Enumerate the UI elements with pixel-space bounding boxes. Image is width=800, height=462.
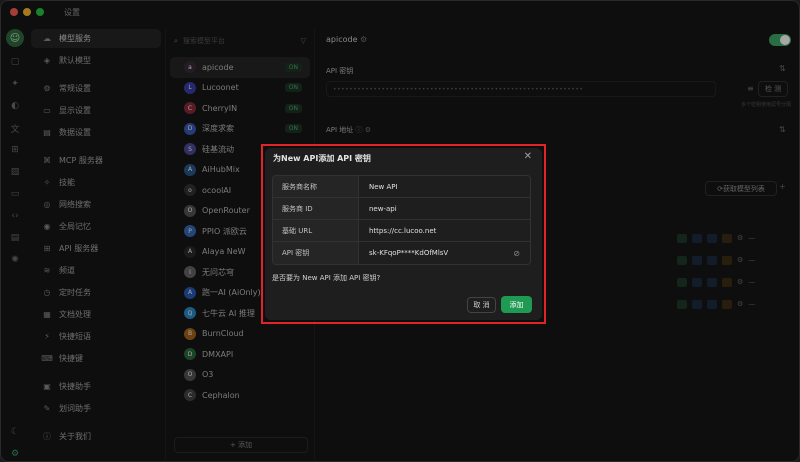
row-key: 服务商 ID bbox=[273, 198, 359, 219]
dialog-title: 为New API添加 API 密钥 bbox=[273, 154, 371, 163]
table-row: 基础 URL https://cc.lucoo.net bbox=[273, 220, 530, 242]
row-value: https://cc.lucoo.net bbox=[369, 226, 437, 235]
add-button[interactable]: 添加 bbox=[501, 296, 532, 313]
row-value: new-api bbox=[369, 204, 397, 213]
settings-window: 设置 ☺ ▢ ✦ ◐ 文 ⊞ ▧ ▭ ‹› ▤ ✺ ☾ ⚙ ☁ 模型服务 ◈ 默认模型… bbox=[0, 0, 800, 462]
add-api-key-dialog: 为New API添加 API 密钥 ✕ 服务商名称 New API 服务商 ID… bbox=[265, 148, 542, 320]
table-row: 服务商名称 New API bbox=[273, 176, 530, 198]
row-value: sk-KFqoP****KdOfMlsV ⊘ bbox=[369, 248, 520, 258]
eye-off-icon[interactable]: ⊘ bbox=[513, 249, 520, 258]
table-row: API 密钥 sk-KFqoP****KdOfMlsV ⊘ bbox=[273, 242, 530, 264]
dialog-question: 是否要为 New API 添加 API 密钥? bbox=[272, 274, 381, 282]
row-value: New API bbox=[369, 182, 398, 191]
cancel-button[interactable]: 取 消 bbox=[467, 297, 496, 313]
close-icon[interactable]: ✕ bbox=[524, 151, 532, 162]
table-row: 服务商 ID new-api bbox=[273, 198, 530, 220]
dialog-info-table: 服务商名称 New API 服务商 ID new-api 基础 URL http… bbox=[272, 175, 531, 265]
row-key: 服务商名称 bbox=[273, 176, 359, 197]
row-key: 基础 URL bbox=[273, 220, 359, 241]
row-key: API 密钥 bbox=[273, 242, 359, 264]
